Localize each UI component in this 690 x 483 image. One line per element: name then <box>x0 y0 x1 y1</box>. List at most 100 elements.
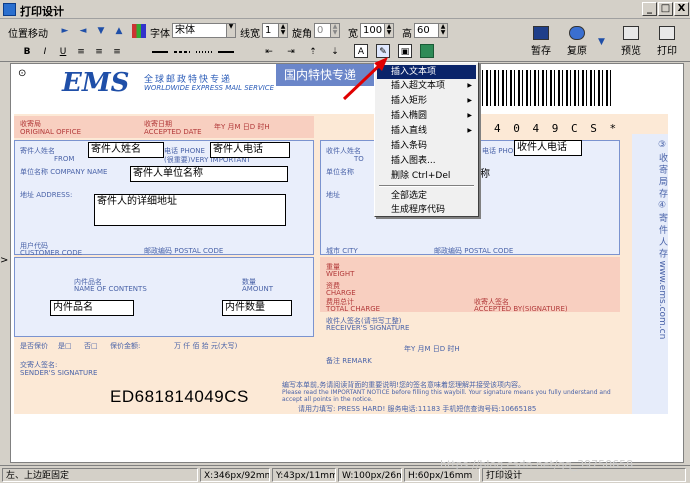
menu-insert-ellipse[interactable]: 插入椭圆 ▶ <box>377 109 476 123</box>
customer-code-en: CUSTOMER CODE <box>20 249 83 257</box>
line-width-label: 线宽 <box>240 29 260 40</box>
menu-generate-code[interactable]: 生成程序代码 <box>377 203 476 217</box>
menu-label: 生成程序代码 <box>391 205 446 215</box>
line-style-dash-icon[interactable] <box>174 51 190 53</box>
restore-button[interactable]: 复原 <box>560 24 594 60</box>
font-value: 宋体 <box>175 25 195 36</box>
receiver-name-en: TO <box>354 155 364 163</box>
font-label: 字体 <box>150 29 170 40</box>
preview-icon <box>623 26 639 40</box>
sender-company-field[interactable]: 寄件人单位名称 <box>130 166 288 182</box>
height-input[interactable]: 60 ▲ ▼ <box>414 23 448 38</box>
height-label: 高 <box>402 29 412 40</box>
align-right-icon[interactable]: ≡ <box>110 45 124 59</box>
insured-no[interactable]: 否□ <box>84 341 98 351</box>
line-style-icon[interactable] <box>218 51 234 53</box>
quantity-field[interactable]: 内件数量 <box>222 300 292 316</box>
preview-button[interactable]: 预览 <box>614 24 648 60</box>
print-button[interactable]: 打印 <box>650 24 684 60</box>
save-icon <box>533 26 549 40</box>
receiver-signature-en: RECEIVER'S SIGNATURE <box>326 324 410 332</box>
spinner-icon[interactable]: ▲ ▼ <box>278 24 287 37</box>
sender-phone-field[interactable]: 寄件人电话 <box>210 142 290 158</box>
move-down-button[interactable]: ▼ <box>94 24 108 38</box>
ems-en-title: WORLDWIDE EXPRESS MAIL SERVICE <box>144 84 275 92</box>
ems-form: ⊙ EMS 全球邮政特快专递 WORLDWIDE EXPRESS MAIL SE… <box>14 64 668 414</box>
move-left-button[interactable]: ◄ <box>76 24 90 38</box>
menu-label: 插入图表... <box>391 156 436 166</box>
align-left-icon[interactable]: ≡ <box>74 45 88 59</box>
line-width-input[interactable]: 1 ▲ ▼ <box>262 23 288 38</box>
align-icon[interactable]: ⇡ <box>306 45 320 59</box>
insured-yes[interactable]: 是□ <box>58 341 72 351</box>
pause-button[interactable]: 暂存 <box>524 24 558 60</box>
height-value: 60 <box>417 25 430 36</box>
bold-button[interactable]: B <box>20 45 34 59</box>
width-value: 100 <box>363 25 383 36</box>
window-title: 打印设计 <box>20 5 64 18</box>
status-margin: 左、上边距固定 <box>2 468 198 482</box>
menu-delete[interactable]: 删除 Ctrl+Del <box>377 169 476 183</box>
rotate-value: 0 <box>317 25 324 36</box>
grid-icon[interactable] <box>132 24 146 38</box>
undo-icon <box>569 26 585 40</box>
contents-field[interactable]: 内件品名 <box>50 300 134 316</box>
menu-separator <box>379 185 474 187</box>
menu-insert-barcode[interactable]: 插入条码 <box>377 139 476 153</box>
address-label: 地址 ADDRESS: <box>20 191 73 199</box>
status-x: X:346px/92mm <box>200 468 270 482</box>
close-button[interactable]: X <box>674 2 689 16</box>
align-center-icon[interactable]: ≡ <box>92 45 106 59</box>
line-style-solid-icon[interactable] <box>152 51 168 53</box>
receiver-date-units: 年Y 月M 日D 时H <box>404 345 460 353</box>
pause-label: 暂存 <box>531 46 551 57</box>
contents-en: NAME OF CONTENTS <box>74 285 147 293</box>
insured-amount-label: 保价金额: <box>110 342 141 350</box>
side-handle-icon[interactable]: > <box>0 255 9 269</box>
receiver-postal-label: 邮政编码 POSTAL CODE <box>434 247 514 255</box>
watermark: https://blog.csdn.net/qq_39750658 <box>440 458 634 471</box>
underline-button[interactable]: U <box>56 45 70 59</box>
minimize-button[interactable]: _ <box>642 2 657 16</box>
restore-dropdown-icon[interactable]: ▼ <box>598 37 605 47</box>
position-move-label: 位置移动 <box>8 29 48 40</box>
submenu-arrow-icon: ▶ <box>467 97 472 104</box>
rotate-input[interactable]: 0 ▲ ▼ <box>314 23 340 38</box>
menu-insert-chart[interactable]: 插入图表... <box>377 154 476 168</box>
menu-select-all[interactable]: 全部选定 <box>377 189 476 203</box>
ems-logo: EMS <box>62 68 130 98</box>
charge-block <box>320 257 620 312</box>
spinner-icon[interactable]: ▲ ▼ <box>384 24 393 37</box>
align-icon[interactable]: ⇤ <box>262 45 276 59</box>
submenu-arrow-icon: ▶ <box>467 112 472 119</box>
insert-image-icon[interactable]: ▣ <box>398 44 412 58</box>
design-canvas[interactable]: ⊙ EMS 全球邮政特快专递 WORLDWIDE EXPRESS MAIL SE… <box>10 63 684 463</box>
total-en: TOTAL CHARGE <box>326 305 381 313</box>
maximize-button[interactable]: □ <box>658 2 673 16</box>
receiver-phone-field[interactable]: 收件人电话 <box>514 140 582 156</box>
sender-name-field[interactable]: 寄件人姓名 <box>88 142 164 158</box>
book-icon[interactable] <box>420 44 434 58</box>
barcode-number: 4 0 4 9 C S * <box>494 122 620 135</box>
accept-date-en: ACCEPTED DATE <box>144 128 202 136</box>
tracking-number[interactable]: ED681814049CS <box>110 387 249 407</box>
dropdown-arrow-icon[interactable]: ▼ <box>226 24 235 37</box>
restore-label: 复原 <box>567 46 587 57</box>
weight-en: WEIGHT <box>326 270 355 278</box>
menu-label: 插入条码 <box>391 141 428 151</box>
sender-name-label: 寄件人姓名 <box>20 147 55 155</box>
sender-address-field[interactable]: 寄件人的详细地址 <box>94 194 286 226</box>
align-icon[interactable]: ⇥ <box>284 45 298 59</box>
width-input[interactable]: 100 ▲ ▼ <box>360 23 394 38</box>
menu-label: 删除 Ctrl+Del <box>391 171 451 181</box>
spinner-icon[interactable]: ▲ ▼ <box>438 24 447 37</box>
italic-button[interactable]: I <box>38 45 52 59</box>
menu-label: 插入椭圆 <box>391 111 428 121</box>
submenu-arrow-icon: ▶ <box>467 82 472 89</box>
font-select[interactable]: 宋体 ▼ <box>172 23 236 38</box>
move-right-button[interactable]: ► <box>58 24 72 38</box>
spinner-icon[interactable]: ▲ ▼ <box>330 24 339 37</box>
menu-insert-line[interactable]: 插入直线 ▶ <box>377 124 476 138</box>
move-up-button[interactable]: ▲ <box>112 24 126 38</box>
line-style-dot-icon[interactable] <box>196 51 212 53</box>
